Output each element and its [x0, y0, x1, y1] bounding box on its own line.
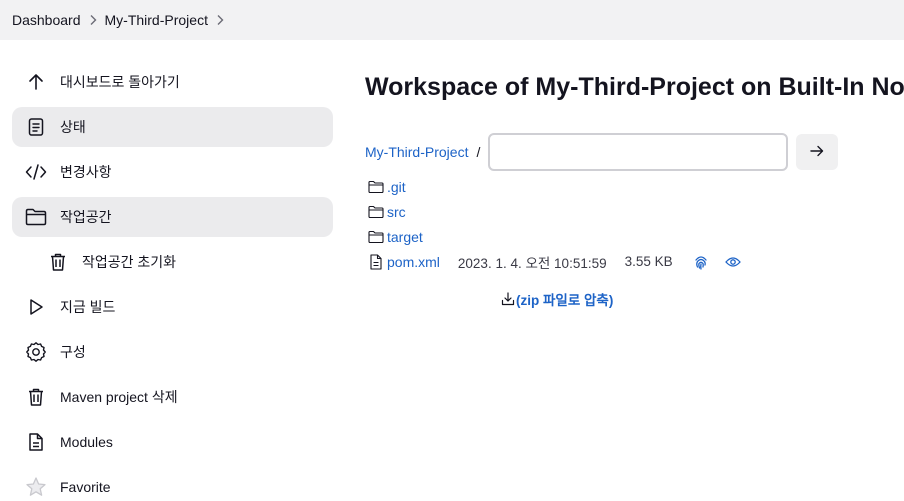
sidebar-item-label: 작업공간: [60, 209, 112, 225]
arrow-right-icon: [810, 145, 824, 160]
sidebar-item-workspace[interactable]: 작업공간: [12, 197, 333, 237]
trash-icon: [24, 385, 48, 409]
sidebar-item-delete-project[interactable]: Maven project 삭제: [12, 377, 333, 417]
path-navigator: My-Third-Project /: [365, 132, 839, 172]
file-link[interactable]: pom.xml: [387, 254, 440, 270]
sidebar-item-label: Favorite: [60, 479, 111, 495]
file-link[interactable]: .git: [387, 179, 406, 195]
document-icon: [24, 115, 48, 139]
folder-icon: [367, 228, 385, 246]
file-size: 3.55 KB: [624, 254, 673, 269]
file-icon: [367, 253, 385, 271]
sidebar-item-back-to-dashboard[interactable]: 대시보드로 돌아가기: [12, 62, 333, 102]
download-icon: [501, 292, 515, 306]
file-link[interactable]: src: [387, 204, 406, 220]
breadcrumb: Dashboard My-Third-Project: [0, 0, 904, 40]
sidebar-item-label: 지금 빌드: [60, 299, 116, 315]
sidebar-item-label: 변경사항: [60, 164, 112, 180]
folder-icon: [367, 203, 385, 221]
sidebar-item-label: 상태: [60, 119, 86, 135]
sidebar-item-label: Maven project 삭제: [60, 389, 178, 405]
path-root-link[interactable]: My-Third-Project: [365, 144, 468, 160]
list-item: .git: [367, 174, 743, 199]
sidebar-item-status[interactable]: 상태: [12, 107, 333, 147]
fingerprint-icon[interactable]: [691, 252, 711, 272]
path-separator: /: [476, 144, 481, 160]
breadcrumb-dashboard[interactable]: Dashboard: [12, 12, 81, 28]
list-item: src: [367, 199, 743, 224]
breadcrumb-project[interactable]: My-Third-Project: [105, 12, 208, 28]
chevron-right-icon: [81, 14, 105, 26]
file-modified: 2023. 1. 4. 오전 10:51:59: [457, 255, 607, 271]
chevron-right-icon[interactable]: [208, 14, 232, 26]
zip-label: (zip 파일로 압축): [516, 293, 614, 308]
document-icon: [24, 430, 48, 454]
view-icon[interactable]: [723, 252, 743, 272]
sidebar-item-wipe-workspace[interactable]: 작업공간 초기화: [12, 242, 333, 282]
path-input[interactable]: [488, 133, 789, 171]
code-icon: [24, 160, 48, 184]
folder-icon: [367, 178, 385, 196]
file-list: .git src target pom.xml 2023. 1. 4. 오전 1…: [367, 174, 743, 274]
sidebar-item-build-now[interactable]: 지금 빌드: [12, 287, 333, 327]
trash-icon: [46, 250, 70, 274]
sidebar-item-label: 대시보드로 돌아가기: [60, 74, 180, 90]
sidebar-item-modules[interactable]: Modules: [12, 422, 333, 462]
sidebar: 대시보드로 돌아가기 상태 변경사항 작업공간 작업공간 초기화 지금 빌드 구…: [12, 62, 333, 501]
page-title: Workspace of My-Third-Project on Built-I…: [365, 73, 904, 101]
list-item: pom.xml 2023. 1. 4. 오전 10:51:59 3.55 KB: [367, 249, 743, 274]
file-link[interactable]: target: [387, 229, 423, 245]
sidebar-item-label: 구성: [60, 344, 86, 360]
arrow-up-icon: [24, 70, 48, 94]
zip-download-link[interactable]: (zip 파일로 압축): [501, 289, 613, 309]
gear-icon: [24, 340, 48, 364]
sidebar-item-label: Modules: [60, 434, 113, 450]
go-button[interactable]: [796, 134, 839, 170]
play-icon: [24, 295, 48, 319]
sidebar-item-favorite[interactable]: Favorite: [12, 467, 333, 501]
sidebar-item-label: 작업공간 초기화: [82, 254, 177, 270]
folder-icon: [24, 205, 48, 229]
star-icon: [24, 475, 48, 499]
sidebar-item-changes[interactable]: 변경사항: [12, 152, 333, 192]
list-item: target: [367, 224, 743, 249]
sidebar-item-configure[interactable]: 구성: [12, 332, 333, 372]
